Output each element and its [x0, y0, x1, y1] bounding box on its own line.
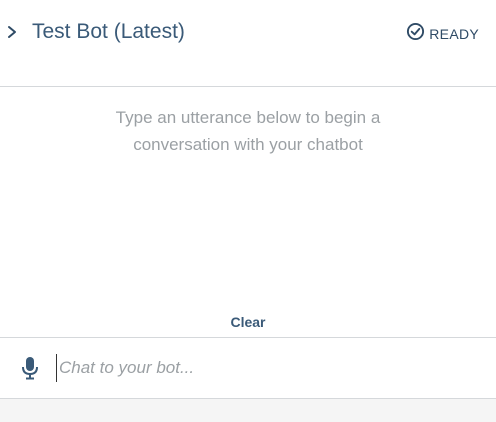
test-bot-panel: Test Bot (Latest) READY Type an utteranc… [0, 0, 496, 422]
empty-conversation-message: Type an utterance below to begin a conve… [115, 108, 381, 154]
check-circle-icon [406, 22, 425, 46]
panel-header: Test Bot (Latest) READY [0, 0, 496, 87]
status-label: READY [429, 26, 479, 42]
collapse-button[interactable] [4, 24, 20, 44]
status-indicator: READY [406, 22, 479, 46]
microphone-icon [21, 356, 39, 385]
chat-input-bar [0, 337, 496, 399]
chevron-right-icon [7, 25, 17, 44]
clear-button[interactable]: Clear [0, 312, 496, 332]
footer-strip [0, 399, 496, 422]
bot-title: Test Bot (Latest) [32, 20, 185, 43]
chat-input[interactable] [56, 354, 479, 382]
microphone-button[interactable] [20, 356, 40, 385]
